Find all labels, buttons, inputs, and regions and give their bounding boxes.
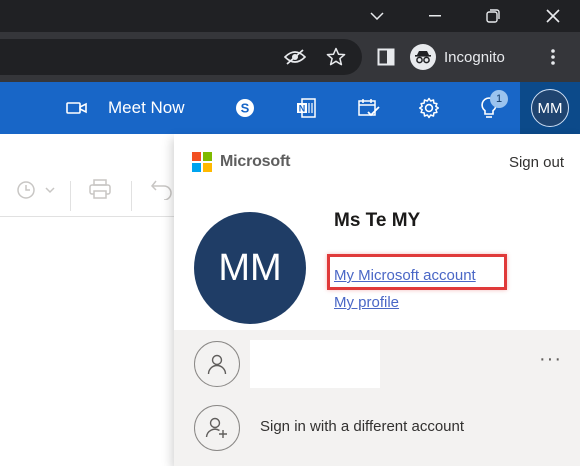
- more-options-button[interactable]: ···: [539, 348, 562, 371]
- onenote-feed-icon[interactable]: N: [293, 95, 319, 121]
- incognito-icon: [410, 44, 436, 70]
- schedule-send-icon[interactable]: [16, 178, 60, 202]
- app-header: Meet Now S N: [0, 82, 580, 134]
- microsoft-logo: Microsoft: [192, 152, 290, 172]
- microsoft-logo-icon: [192, 152, 212, 172]
- svg-text:N: N: [299, 104, 306, 114]
- meet-now-button[interactable]: Meet Now: [66, 82, 185, 134]
- undo-icon[interactable]: [150, 178, 174, 202]
- browser-titlebar: [0, 0, 580, 32]
- other-accounts-section: ··· Sign in with a different account: [174, 330, 580, 466]
- side-panel-icon[interactable]: [373, 44, 399, 70]
- video-camera-icon: [66, 102, 87, 114]
- my-day-icon[interactable]: [356, 95, 382, 121]
- person-icon: [194, 341, 240, 387]
- browser-toolbar: Incognito: [0, 32, 580, 82]
- minimize-icon[interactable]: [412, 0, 458, 32]
- skype-icon[interactable]: S: [232, 95, 258, 121]
- incognito-indicator[interactable]: Incognito: [410, 42, 505, 72]
- notification-badge: 1: [490, 90, 508, 108]
- header-avatar: MM: [531, 89, 569, 127]
- profile-avatar: MM: [194, 212, 306, 324]
- microsoft-brand-label: Microsoft: [220, 153, 291, 170]
- add-person-icon: [194, 405, 240, 451]
- restore-icon[interactable]: [470, 0, 516, 32]
- toolbar-divider: [131, 181, 132, 211]
- sign-in-different-account-label: Sign in with a different account: [260, 418, 465, 435]
- my-profile-link[interactable]: My profile: [334, 294, 399, 311]
- account-row[interactable]: ···: [174, 330, 580, 390]
- tracking-protection-icon[interactable]: [282, 44, 308, 70]
- sign-out-button[interactable]: Sign out: [509, 154, 564, 171]
- compose-toolbar: [0, 160, 174, 217]
- account-flyout: Microsoft Sign out MM Ms Te MY My Micros…: [174, 134, 580, 466]
- svg-text:S: S: [241, 101, 250, 116]
- meet-now-label: Meet Now: [108, 98, 185, 117]
- close-icon[interactable]: [530, 0, 576, 32]
- redacted-account-name: [250, 340, 380, 388]
- print-icon[interactable]: [88, 178, 114, 202]
- account-manager-button[interactable]: MM: [520, 82, 580, 134]
- incognito-label: Incognito: [444, 48, 505, 66]
- browser-menu-icon[interactable]: [540, 44, 566, 70]
- tab-search-icon[interactable]: [354, 0, 400, 32]
- highlight-box: [327, 254, 507, 290]
- bookmark-star-icon[interactable]: [323, 44, 349, 70]
- toolbar-divider: [70, 181, 71, 211]
- settings-gear-icon[interactable]: [416, 95, 442, 121]
- user-display-name: Ms Te MY: [334, 210, 421, 231]
